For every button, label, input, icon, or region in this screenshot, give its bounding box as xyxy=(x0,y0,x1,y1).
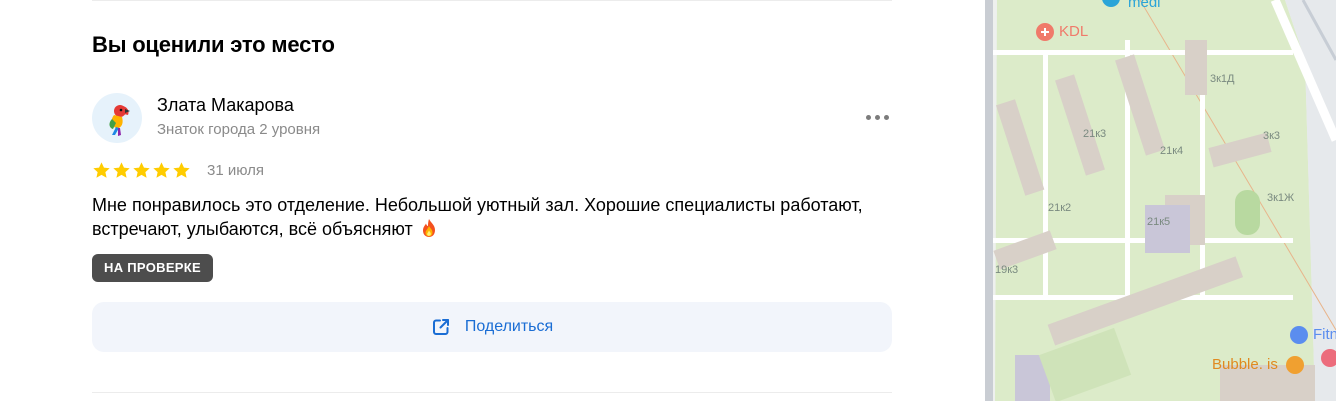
map-building-label: 21к2 xyxy=(1048,202,1072,214)
divider xyxy=(92,0,892,1)
avatar[interactable] xyxy=(92,93,142,143)
fire-emoji-icon xyxy=(422,219,435,237)
map[interactable]: medi KDL 3к1Д 3к3 21к3 21к4 3к1Ж 21к2 21… xyxy=(985,0,1336,401)
map-building-label: 3к1Ж xyxy=(1267,192,1295,204)
map-building-label: 3к1Д xyxy=(1210,73,1235,85)
map-poi-label[interactable]: medi xyxy=(1128,0,1161,11)
map-building-label: 3к3 xyxy=(1263,130,1281,142)
star-icon xyxy=(153,162,170,178)
rating-stars xyxy=(92,161,191,180)
map-building-label: 19к3 xyxy=(995,264,1019,276)
map-poi-label[interactable]: KDL xyxy=(1059,23,1088,40)
more-options-button[interactable] xyxy=(860,106,894,128)
author-name[interactable]: Злата Макарова xyxy=(157,95,294,116)
star-icon xyxy=(113,162,130,178)
divider xyxy=(92,392,892,393)
review-panel: Вы оценили это место Злата Макарова Знат… xyxy=(0,0,985,401)
status-badge: НА ПРОВЕРКЕ xyxy=(92,254,213,282)
map-building-label: 21к3 xyxy=(1083,128,1107,140)
map-building-label: 21к5 xyxy=(1147,216,1171,228)
share-label: Поделиться xyxy=(464,318,554,335)
star-icon xyxy=(93,162,110,178)
share-button[interactable]: Поделиться xyxy=(92,302,892,352)
map-poi-label[interactable]: Fitn xyxy=(1313,326,1336,343)
review-text: Мне понравилось это отделение. Небольшой… xyxy=(92,195,863,239)
share-external-icon xyxy=(432,319,449,335)
star-icon xyxy=(133,162,150,178)
map-poi-label[interactable]: Bubble. is xyxy=(1212,356,1278,373)
parrot-icon xyxy=(109,105,130,136)
review-date: 31 июля xyxy=(207,162,265,179)
star-icon xyxy=(173,162,190,178)
more-icon xyxy=(865,114,871,120)
map-building-label: 21к4 xyxy=(1160,145,1184,157)
section-title: Вы оценили это место xyxy=(92,32,335,57)
author-level: Знаток города 2 уровня xyxy=(157,121,321,138)
